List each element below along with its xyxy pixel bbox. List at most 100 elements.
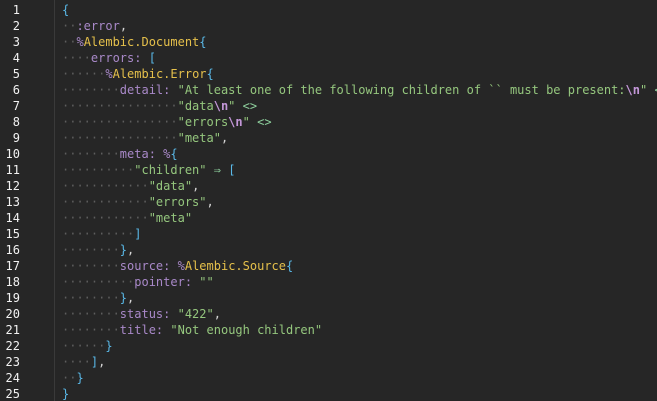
indent-guide: ·· xyxy=(62,19,77,33)
code-token: { xyxy=(206,67,214,81)
line-number: 11 xyxy=(5,163,20,177)
indent-guide: ······ xyxy=(62,67,106,81)
code-editor[interactable]: 1 2 3 4 5 6 7 8 9 10 11 12 13 14 15 16 17 18 19 20 21 22 23 24 2… xyxy=(0,0,657,401)
line-number: 15 xyxy=(5,227,20,241)
indent-guide: ············ xyxy=(62,195,149,209)
code-line[interactable]: ········}, xyxy=(62,242,134,258)
code-line[interactable]: ················"meta", xyxy=(62,130,228,146)
code-line[interactable]: ············"meta" xyxy=(62,210,192,226)
code-line[interactable]: ······} xyxy=(62,338,113,354)
line-number: 8 xyxy=(12,115,20,129)
code-token: , xyxy=(98,355,106,369)
indent-guide: ·· xyxy=(62,35,77,49)
indent-guide: ·········· xyxy=(62,163,135,177)
code-line[interactable]: ··} xyxy=(62,370,84,386)
indent-guide: ······ xyxy=(62,339,106,353)
code-line[interactable]: ··:error, xyxy=(62,18,127,34)
code-line[interactable]: ········detail: "At least one of the fol… xyxy=(62,82,657,98)
code-token: "meta" xyxy=(177,131,221,145)
line-number: 20 xyxy=(5,307,20,321)
code-token: Alembic.Document xyxy=(83,35,200,49)
code-token: "meta" xyxy=(148,211,193,225)
indent-guide: ········ xyxy=(62,291,120,305)
code-line[interactable]: ············"errors", xyxy=(62,194,214,210)
code-token: [ xyxy=(228,163,236,177)
code-line[interactable]: ····], xyxy=(62,354,105,370)
line-number: 6 xyxy=(12,83,20,97)
line-number: 10 xyxy=(5,147,20,161)
indent-guide: ········ xyxy=(62,83,120,97)
code-line[interactable]: ··········pointer: "" xyxy=(62,274,214,290)
code-token: % xyxy=(76,35,84,49)
code-line[interactable]: ········title: "Not enough children" xyxy=(62,322,322,338)
line-number: 7 xyxy=(12,99,20,113)
indent-guide: ·········· xyxy=(62,227,135,241)
code-token: "data" xyxy=(148,179,193,193)
line-number: 13 xyxy=(5,195,20,209)
indent-guide: ········ xyxy=(62,323,120,337)
code-token: { xyxy=(62,3,70,17)
code-token: \n xyxy=(213,99,229,113)
indent-guide: ···· xyxy=(62,355,91,369)
code-token: "data xyxy=(177,99,214,113)
indent-guide: ················ xyxy=(62,115,178,129)
indent-guide: ················ xyxy=(62,131,178,145)
code-line[interactable]: ··%Alembic.Document{ xyxy=(62,34,207,50)
code-token: % xyxy=(177,259,185,273)
code-line[interactable]: } xyxy=(62,386,69,401)
line-number-gutter: 1 2 3 4 5 6 7 8 9 10 11 12 13 14 15 16 17 18 19 20 21 22 23 24 2… xyxy=(0,0,54,401)
code-line[interactable]: ····errors: [ xyxy=(62,50,156,66)
code-line[interactable]: ········meta: %{ xyxy=(62,146,178,162)
code-token: pointer: xyxy=(134,275,193,289)
line-number: 1 xyxy=(12,3,20,17)
code-token: , xyxy=(127,291,135,305)
indent-guide: ············ xyxy=(62,179,149,193)
line-number: 16 xyxy=(5,243,20,257)
code-token: , xyxy=(213,307,221,321)
code-token: "422" xyxy=(177,307,214,321)
line-number: 3 xyxy=(12,35,20,49)
code-line[interactable]: ················"errors\n" <> xyxy=(62,114,272,130)
code-line[interactable]: ········status: "422", xyxy=(62,306,221,322)
code-token: status: xyxy=(119,307,171,321)
code-token: "" xyxy=(199,275,214,289)
code-token: , xyxy=(220,131,229,145)
code-token: \n xyxy=(625,83,640,97)
code-token: } xyxy=(119,291,128,305)
code-line[interactable]: ··········"children" ⇒ [ xyxy=(62,162,235,178)
code-token: detail: xyxy=(119,83,171,97)
indent-guide: ················ xyxy=(62,99,178,113)
code-line[interactable]: ··········] xyxy=(62,226,141,242)
code-token: , xyxy=(119,19,128,33)
line-number: 19 xyxy=(5,291,20,305)
code-token: } xyxy=(105,339,113,353)
code-token: { xyxy=(199,35,207,49)
code-token: } xyxy=(76,371,84,385)
line-number: 9 xyxy=(12,131,20,145)
code-token: source: xyxy=(119,259,171,273)
indent-guide: ·········· xyxy=(62,275,135,289)
code-line[interactable]: ······%Alembic.Error{ xyxy=(62,66,214,82)
code-line[interactable]: ················"data\n" <> xyxy=(62,98,257,114)
code-line[interactable]: { xyxy=(62,2,69,18)
code-token: <> xyxy=(242,99,258,113)
line-number: 5 xyxy=(12,67,20,81)
code-line[interactable]: ············"data", xyxy=(62,178,199,194)
code-line[interactable]: ········source: %Alembic.Source{ xyxy=(62,258,293,274)
code-token: % xyxy=(105,67,113,81)
code-token: :error xyxy=(76,19,120,33)
indent-guide: ········ xyxy=(62,147,120,161)
code-token: "Not enough children" xyxy=(170,323,323,337)
code-token: "errors" xyxy=(148,195,207,209)
indent-guide: ···· xyxy=(62,51,91,65)
code-line[interactable]: ········}, xyxy=(62,290,134,306)
indent-guide: ········ xyxy=(62,259,120,273)
code-area[interactable]: {··:error, ··%Alembic.Document{····errors… xyxy=(62,0,657,401)
code-token: meta: xyxy=(119,147,156,161)
